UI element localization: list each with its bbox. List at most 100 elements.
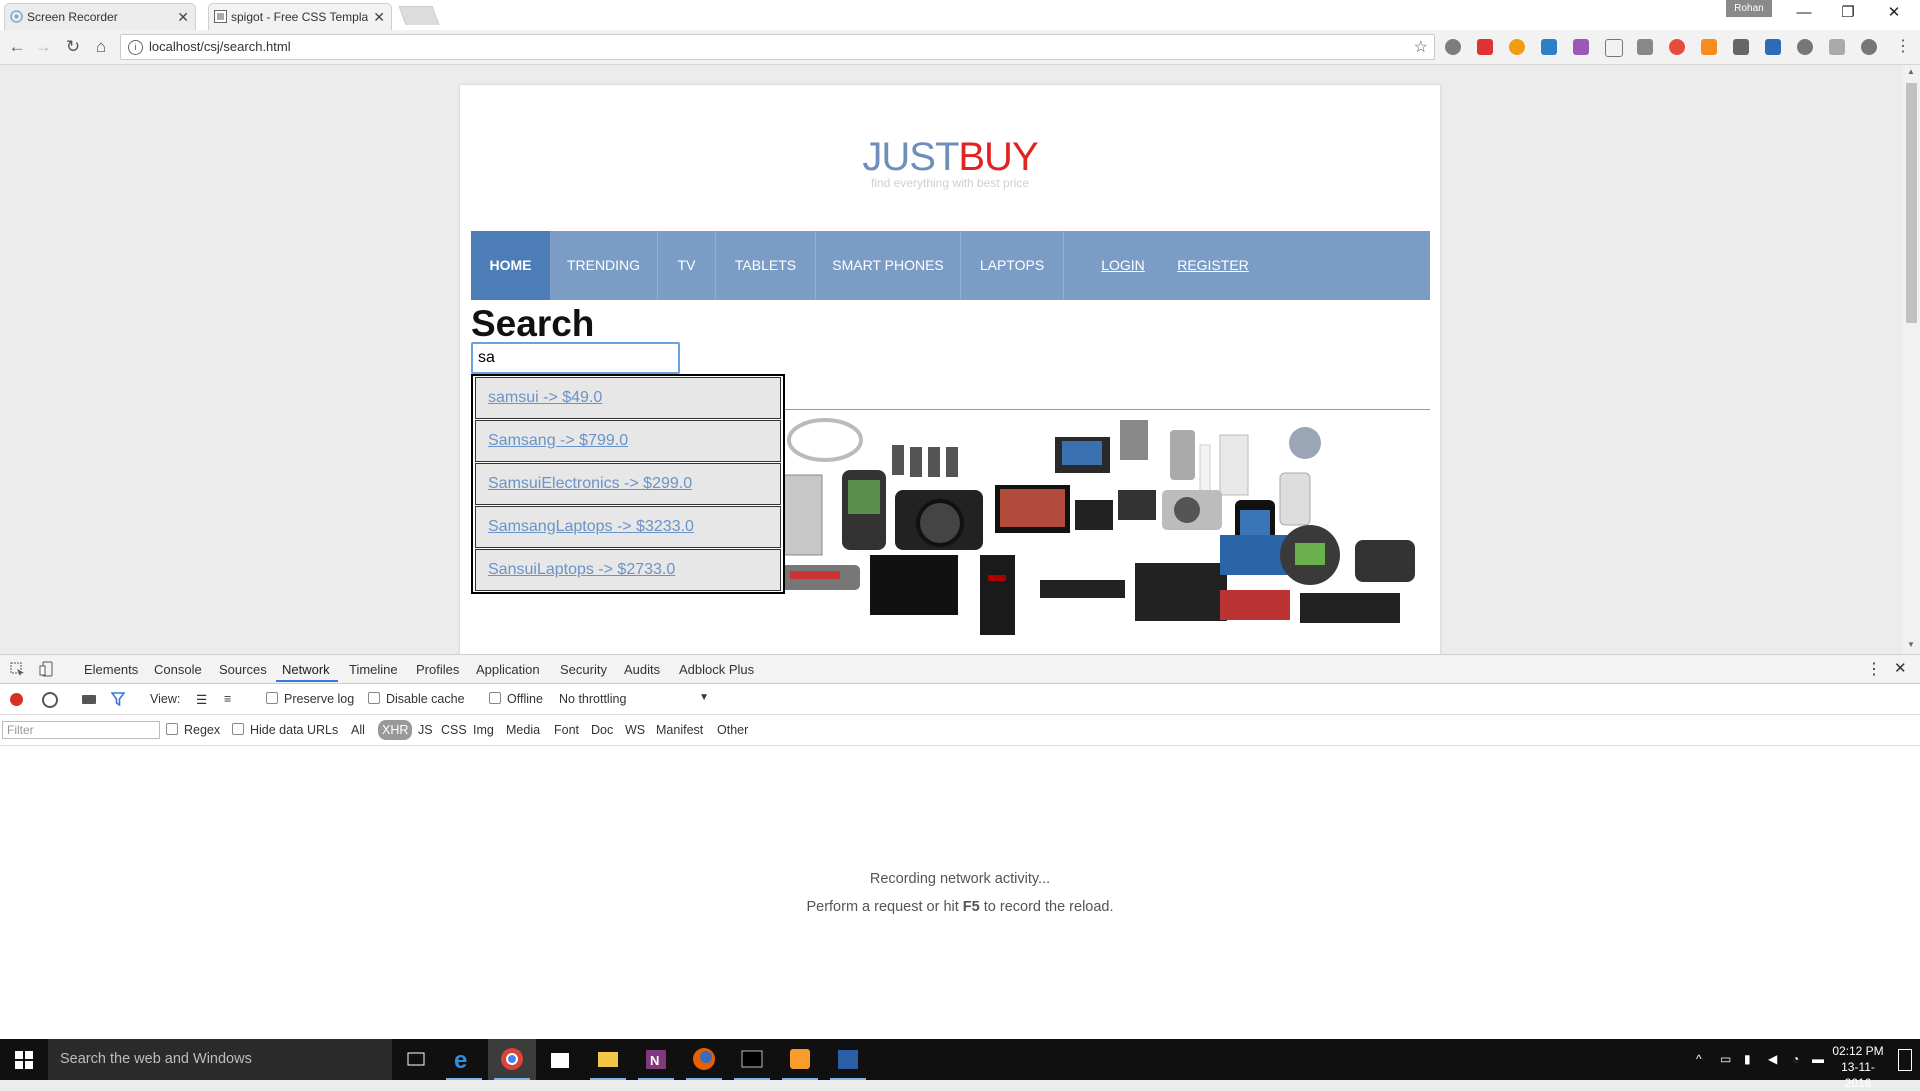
- tab-audits[interactable]: Audits: [624, 662, 660, 677]
- suggestion-item[interactable]: samsui -> $49.0: [475, 377, 781, 419]
- filter-js[interactable]: JS: [414, 720, 437, 740]
- tab-security[interactable]: Security: [560, 662, 607, 677]
- device-mode-icon[interactable]: [39, 661, 54, 677]
- extension-lines-icon[interactable]: [1829, 39, 1845, 55]
- scrollbar-thumb[interactable]: [1906, 83, 1917, 323]
- help-icon[interactable]: [1861, 39, 1877, 55]
- extension-grid-icon[interactable]: [1733, 39, 1749, 55]
- filter-font[interactable]: Font: [550, 720, 583, 740]
- suggestion-item[interactable]: SamsuiElectronics -> $299.0: [475, 463, 781, 505]
- close-tab-icon[interactable]: ✕: [177, 4, 189, 30]
- throttling-select[interactable]: No throttling ▼: [559, 692, 709, 706]
- nav-laptops[interactable]: LAPTOPS: [961, 231, 1064, 300]
- devtools-menu-icon[interactable]: ⋮: [1866, 659, 1882, 679]
- command-prompt-icon[interactable]: [728, 1039, 776, 1080]
- filter-other[interactable]: Other: [713, 720, 752, 740]
- tab-elements[interactable]: Elements: [84, 662, 138, 677]
- extension-red-icon[interactable]: [1477, 39, 1493, 55]
- nav-tv[interactable]: TV: [658, 231, 716, 300]
- extension-blue-icon[interactable]: [1541, 39, 1557, 55]
- info-icon[interactable]: i: [128, 40, 143, 55]
- tab-profiles[interactable]: Profiles: [416, 662, 459, 677]
- tab-timeline[interactable]: Timeline: [349, 662, 398, 677]
- scroll-up-icon[interactable]: ▲: [1907, 67, 1915, 76]
- keyboard-icon[interactable]: ▬: [1812, 1052, 1826, 1066]
- profile-badge[interactable]: Rohan: [1726, 0, 1772, 17]
- search-input[interactable]: sa: [471, 342, 680, 374]
- download-extension-icon[interactable]: [1765, 39, 1781, 55]
- filter-img[interactable]: Img: [469, 720, 498, 740]
- new-tab-button[interactable]: [398, 6, 440, 25]
- tray-power-icon[interactable]: ▮: [1744, 1052, 1758, 1066]
- chrome-menu-icon[interactable]: ⋮: [1890, 35, 1916, 59]
- hide-data-urls-checkbox[interactable]: Hide data URLs: [232, 723, 338, 737]
- filter-manifest[interactable]: Manifest: [652, 720, 707, 740]
- chrome-icon[interactable]: [488, 1039, 536, 1080]
- wifi-icon[interactable]: ◔: [1792, 1052, 1806, 1066]
- offline-checkbox[interactable]: Offline: [489, 692, 543, 706]
- suggestion-item[interactable]: SamsangLaptops -> $3233.0: [475, 506, 781, 548]
- close-devtools-icon[interactable]: ✕: [1894, 659, 1907, 677]
- edge-icon[interactable]: e: [440, 1039, 488, 1080]
- extension-translate-icon[interactable]: [1573, 39, 1589, 55]
- nav-login[interactable]: LOGIN: [1083, 231, 1163, 300]
- visual-studio-code-icon[interactable]: [824, 1039, 872, 1080]
- capture-screenshots-icon[interactable]: [82, 695, 96, 704]
- filter-css[interactable]: CSS: [437, 720, 471, 740]
- show-hidden-icons[interactable]: ^: [1696, 1052, 1710, 1066]
- restore-button[interactable]: ❐: [1826, 0, 1870, 28]
- filter-xhr[interactable]: XHR: [378, 720, 413, 740]
- camera-icon[interactable]: [1637, 39, 1653, 55]
- adblock-extension-icon[interactable]: [1445, 39, 1461, 55]
- sublime-icon[interactable]: [776, 1039, 824, 1080]
- bookmark-star-icon[interactable]: ☆: [1414, 37, 1428, 57]
- tab-console[interactable]: Console: [154, 662, 202, 677]
- extension-circle-icon[interactable]: [1669, 39, 1685, 55]
- page-scrollbar[interactable]: ▲ ▼: [1903, 65, 1920, 654]
- tab-adblock-plus[interactable]: Adblock Plus: [679, 662, 754, 677]
- tab-sources[interactable]: Sources: [219, 662, 267, 677]
- firefox-icon[interactable]: [680, 1039, 728, 1080]
- address-bar[interactable]: i localhost/csj/search.html ☆: [120, 34, 1435, 60]
- action-center-icon[interactable]: [1898, 1049, 1912, 1071]
- nav-smart-phones[interactable]: SMART PHONES: [816, 231, 961, 300]
- filter-all[interactable]: All: [347, 720, 369, 740]
- minimize-button[interactable]: —: [1782, 0, 1826, 28]
- store-icon[interactable]: [536, 1039, 584, 1080]
- clear-icon[interactable]: [42, 692, 58, 708]
- nav-trending[interactable]: TRENDING: [550, 231, 658, 300]
- extension-orange-icon[interactable]: [1509, 39, 1525, 55]
- tab-screen-recorder[interactable]: Screen Recorder ✕: [4, 3, 196, 30]
- tab-spigot[interactable]: spigot - Free CSS Templa ✕: [208, 3, 392, 30]
- tray-app-icon[interactable]: ▭: [1720, 1052, 1734, 1066]
- regex-checkbox[interactable]: Regex: [166, 723, 220, 737]
- record-icon[interactable]: [10, 693, 23, 706]
- filter-icon[interactable]: [111, 692, 125, 706]
- scroll-down-icon[interactable]: ▼: [1907, 640, 1915, 649]
- close-tab-icon[interactable]: ✕: [373, 4, 385, 30]
- volume-icon[interactable]: ◀: [1768, 1052, 1782, 1066]
- suggestion-item[interactable]: Samsang -> $799.0: [475, 420, 781, 462]
- nav-register[interactable]: REGISTER: [1163, 231, 1263, 300]
- preserve-log-checkbox[interactable]: Preserve log: [266, 692, 354, 706]
- windows-start-icon[interactable]: [0, 1039, 48, 1080]
- tab-application[interactable]: Application: [476, 662, 540, 677]
- filter-media[interactable]: Media: [502, 720, 544, 740]
- nav-tablets[interactable]: TABLETS: [716, 231, 816, 300]
- disable-cache-checkbox[interactable]: Disable cache: [368, 692, 465, 706]
- cast-icon[interactable]: [1605, 39, 1623, 57]
- close-window-button[interactable]: ✕: [1872, 0, 1916, 28]
- reload-icon[interactable]: ↻: [60, 35, 86, 59]
- forward-icon[interactable]: →: [30, 35, 56, 59]
- extension-hangouts-icon[interactable]: [1701, 39, 1717, 55]
- inspect-element-icon[interactable]: [10, 662, 25, 677]
- large-rows-icon[interactable]: ☰: [196, 692, 207, 707]
- tab-network[interactable]: Network: [282, 662, 330, 677]
- filter-ws[interactable]: WS: [621, 720, 649, 740]
- task-view-icon[interactable]: [392, 1039, 440, 1080]
- clock[interactable]: 02:12 PM 13-11-2016: [1828, 1043, 1888, 1091]
- file-explorer-icon[interactable]: [584, 1039, 632, 1080]
- onenote-icon[interactable]: N: [632, 1039, 680, 1080]
- extension-globe-icon[interactable]: [1797, 39, 1813, 55]
- site-logo[interactable]: JUSTBUY find everything with best price: [460, 135, 1440, 190]
